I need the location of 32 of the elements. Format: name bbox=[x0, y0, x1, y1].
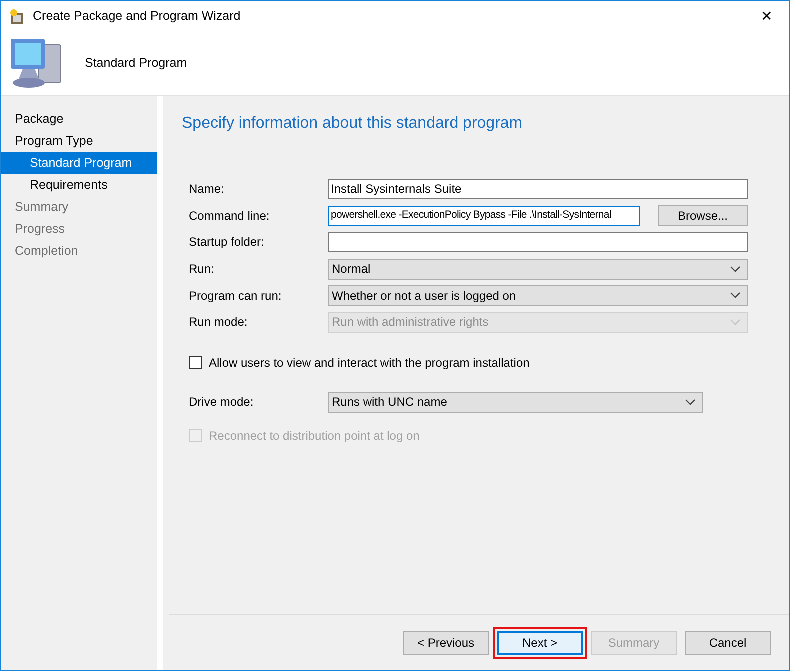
wizard-button[interactable]: Cancel bbox=[685, 630, 771, 654]
checkbox-label: Reconnect to distribution point at log on bbox=[209, 428, 420, 445]
chevron-down-icon bbox=[730, 266, 741, 273]
dropdown[interactable]: Normal bbox=[328, 258, 748, 280]
input-field[interactable]: powershell.exe -ExecutionPolicy Bypass -File .\Install-SysInternal bbox=[328, 206, 640, 226]
field-label: Run mode: bbox=[189, 314, 249, 332]
field-label: Name: bbox=[189, 181, 226, 198]
field-label: Program can run: bbox=[189, 288, 283, 305]
field-label: Drive mode: bbox=[189, 394, 255, 412]
chevron-down-icon bbox=[685, 398, 696, 406]
checkbox-label: Allow users to view and interact with the program installation bbox=[209, 354, 530, 372]
window-title: Create Package and Program Wizard bbox=[33, 8, 241, 26]
field-label: Run: bbox=[189, 261, 216, 278]
dropdown[interactable]: Runs with UNC name bbox=[328, 392, 703, 413]
browse-button[interactable]: Browse... bbox=[658, 205, 748, 226]
sidebar-item[interactable]: Requirements bbox=[1, 174, 157, 196]
sidebar-item[interactable]: Package bbox=[1, 108, 157, 130]
sidebar-item[interactable]: Program Type bbox=[1, 130, 157, 152]
chevron-down-icon bbox=[730, 318, 741, 326]
field-label: Command line: bbox=[189, 208, 271, 225]
page-heading: Specify information about this standard program bbox=[182, 114, 524, 134]
wizard-button[interactable]: < Previous bbox=[403, 630, 489, 654]
header-title: Standard Program bbox=[85, 55, 188, 72]
chevron-down-icon bbox=[730, 292, 741, 300]
close-button[interactable]: ✕ bbox=[753, 6, 781, 27]
sidebar-item[interactable]: Standard Program bbox=[1, 152, 157, 174]
input-field[interactable]: Install Sysinternals Suite bbox=[328, 179, 748, 200]
wizard-icon bbox=[9, 8, 25, 24]
field-label: Startup folder: bbox=[189, 234, 266, 252]
dropdown[interactable]: Whether or not a user is logged on bbox=[328, 285, 748, 306]
checkbox[interactable] bbox=[189, 356, 202, 370]
input-field[interactable] bbox=[328, 232, 748, 252]
